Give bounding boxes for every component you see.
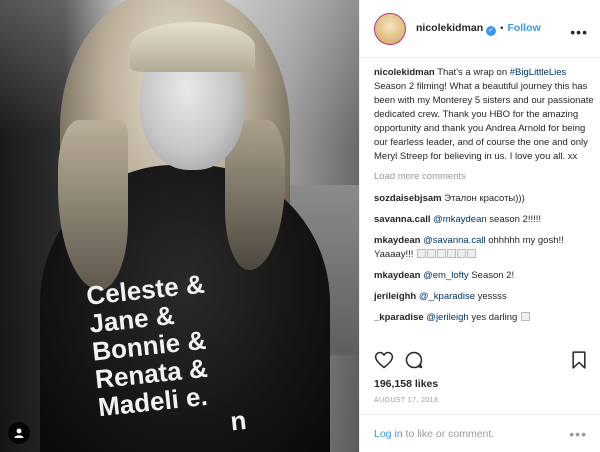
avatar[interactable] (374, 12, 406, 45)
comment: mkaydean @em_lofty Season 2! (374, 269, 596, 283)
emoji-icon (417, 249, 427, 258)
emoji-icon (427, 249, 437, 258)
save-button[interactable] (569, 350, 589, 373)
bookmark-icon (572, 351, 586, 369)
comment: _kparadise @jerileigh yes darling (374, 311, 596, 325)
comment-username[interactable]: mkaydean (374, 270, 420, 281)
follow-button[interactable]: Follow (507, 22, 540, 34)
comment-username[interactable]: sozdaisebjsam (374, 193, 442, 204)
shirt-print: Celeste & Jane & Bonnie & Renata & Madel… (85, 267, 248, 449)
caption-text-after: Season 2 filming! What a beautiful journ… (374, 81, 594, 162)
post-side-panel: nicolekidman ✓ • Follow ••• nicolekidman Th… (359, 0, 600, 452)
comment-button[interactable] (404, 350, 424, 373)
emoji-icon (447, 249, 457, 258)
comment-username[interactable]: _kparadise (374, 312, 424, 323)
post-caption: nicolekidman That's a wrap on #BigLittle… (374, 66, 596, 164)
comment-mention[interactable]: @jerileigh (426, 312, 468, 323)
post-date: AUGUST 17, 2018 (374, 397, 439, 404)
comment: jerileighh @_kparadise yessss (374, 290, 596, 304)
comment-text: yes darling (468, 312, 518, 323)
photo-bangs (130, 22, 255, 72)
instagram-post: Celeste & Jane & Bonnie & Renata & Madel… (0, 0, 600, 452)
caption-username[interactable]: nicolekidman (374, 67, 435, 78)
more-options-icon[interactable]: ••• (570, 24, 588, 40)
comment-mention[interactable]: @_kparadise (419, 291, 475, 302)
user-tag-icon (14, 428, 24, 438)
comment-username[interactable]: mkaydean (374, 235, 420, 246)
header-username[interactable]: nicolekidman (416, 22, 483, 34)
comment-username[interactable]: savanna.call (374, 214, 431, 225)
post-photo[interactable]: Celeste & Jane & Bonnie & Renata & Madel… (0, 0, 359, 452)
comment-text: Эталон красоты))) (444, 193, 525, 204)
like-button[interactable] (374, 350, 394, 373)
caption-hashtag[interactable]: #BigLittleLies (510, 67, 567, 78)
comment-username[interactable]: jerileighh (374, 291, 416, 302)
comment-bubble-icon (405, 351, 423, 369)
likes-count[interactable]: 196,158 likes (374, 378, 438, 390)
post-actions (374, 350, 589, 372)
load-more-comments-button[interactable]: Load more comments (374, 170, 596, 184)
header-user: nicolekidman ✓ • Follow (416, 22, 541, 36)
comment-mention[interactable]: @mkaydean (433, 214, 486, 225)
comment: savanna.call @mkaydean season 2!!!!! (374, 213, 596, 227)
footer-more-options-icon[interactable]: ••• (569, 426, 587, 442)
tagged-user-button[interactable] (8, 422, 30, 444)
comment: mkaydean @savanna.call ohhhhh my gosh!! … (374, 234, 596, 262)
comment-text: yessss (475, 291, 507, 302)
emoji-icon (457, 249, 467, 258)
emoji-icon (437, 249, 447, 258)
login-link[interactable]: Log in (374, 428, 403, 440)
header-separator: • (500, 22, 504, 34)
comment-mention[interactable]: @savanna.call (423, 235, 485, 246)
comment-text: season 2!!!!! (486, 214, 542, 225)
emoji-icon (467, 249, 477, 258)
login-prompt-text: to like or comment. (402, 427, 495, 440)
heart-icon (374, 351, 394, 369)
emoji-icon (520, 312, 530, 321)
comment-text: Season 2! (468, 270, 515, 281)
verified-badge-icon: ✓ (486, 25, 497, 36)
login-footer: Log in to like or comment. ••• (360, 414, 600, 452)
comment: sozdaisebjsam Эталон красоты))) (374, 192, 596, 206)
post-header: nicolekidman ✓ • Follow ••• (360, 0, 600, 58)
caption-text-before: That's a wrap on (437, 67, 510, 78)
comment-mention[interactable]: @em_lofty (423, 270, 469, 281)
comments-list[interactable]: nicolekidman That's a wrap on #BigLittle… (374, 66, 596, 344)
